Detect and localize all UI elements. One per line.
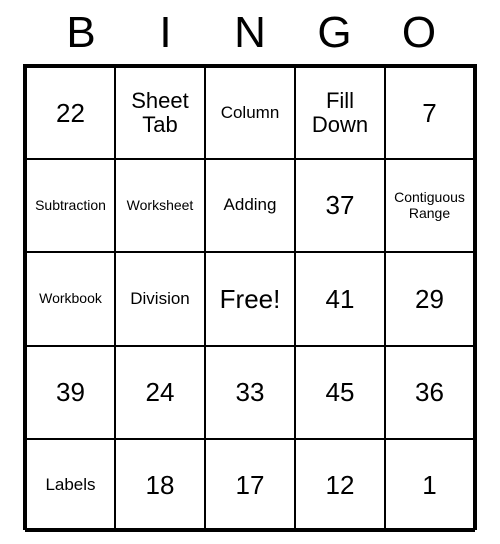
bingo-cell[interactable]: 37 xyxy=(295,159,385,252)
header-letter-i: I xyxy=(136,8,196,58)
grid-row: Subtraction Worksheet Adding 37 Contiguo… xyxy=(25,159,475,252)
bingo-cell[interactable]: Labels xyxy=(25,439,115,532)
bingo-cell[interactable]: 24 xyxy=(115,346,205,439)
bingo-cell[interactable]: 36 xyxy=(385,346,475,439)
header-letter-g: G xyxy=(305,8,365,58)
bingo-cell[interactable]: Sheet Tab xyxy=(115,66,205,159)
bingo-cell[interactable]: 17 xyxy=(205,439,295,532)
bingo-cell[interactable]: 1 xyxy=(385,439,475,532)
grid-row: Workbook Division Free! 41 29 xyxy=(25,252,475,345)
bingo-cell[interactable]: 45 xyxy=(295,346,385,439)
bingo-cell[interactable]: Adding xyxy=(205,159,295,252)
header-letter-o: O xyxy=(389,8,449,58)
bingo-header: B I N G O xyxy=(23,8,477,58)
bingo-cell[interactable]: 12 xyxy=(295,439,385,532)
bingo-cell[interactable]: 22 xyxy=(25,66,115,159)
bingo-cell[interactable]: Column xyxy=(205,66,295,159)
bingo-cell[interactable]: 29 xyxy=(385,252,475,345)
bingo-cell[interactable]: 33 xyxy=(205,346,295,439)
bingo-cell[interactable]: Division xyxy=(115,252,205,345)
grid-row: 22 Sheet Tab Column Fill Down 7 xyxy=(25,66,475,159)
bingo-cell[interactable]: Contiguous Range xyxy=(385,159,475,252)
bingo-cell[interactable]: 41 xyxy=(295,252,385,345)
header-letter-n: N xyxy=(220,8,280,58)
grid-row: Labels 18 17 12 1 xyxy=(25,439,475,532)
bingo-cell[interactable]: 7 xyxy=(385,66,475,159)
bingo-cell-free[interactable]: Free! xyxy=(205,252,295,345)
bingo-cell[interactable]: Subtraction xyxy=(25,159,115,252)
bingo-cell[interactable]: 39 xyxy=(25,346,115,439)
bingo-cell[interactable]: 18 xyxy=(115,439,205,532)
bingo-cell[interactable]: Fill Down xyxy=(295,66,385,159)
bingo-cell[interactable]: Workbook xyxy=(25,252,115,345)
bingo-cell[interactable]: Worksheet xyxy=(115,159,205,252)
bingo-grid: 22 Sheet Tab Column Fill Down 7 Subtract… xyxy=(23,64,477,530)
grid-row: 39 24 33 45 36 xyxy=(25,346,475,439)
header-letter-b: B xyxy=(51,8,111,58)
